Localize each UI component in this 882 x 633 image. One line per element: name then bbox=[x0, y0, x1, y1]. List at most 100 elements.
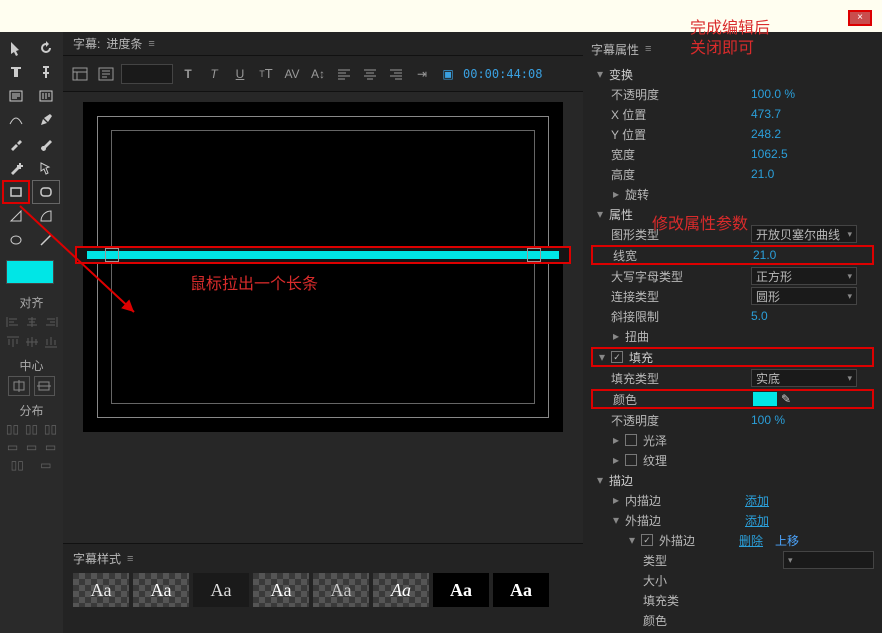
timecode[interactable]: 00:00:44:08 bbox=[463, 67, 542, 81]
opacity-value[interactable]: 100.0 % bbox=[751, 87, 795, 101]
disclosure-attrs[interactable]: ▾ bbox=[595, 207, 605, 221]
fill-color-value[interactable] bbox=[753, 392, 777, 406]
filltype-select[interactable]: 实底 bbox=[751, 369, 857, 387]
area-text-tool[interactable] bbox=[2, 84, 30, 108]
fill-color-swatch[interactable] bbox=[6, 260, 54, 284]
progress-bar-shape[interactable] bbox=[75, 246, 571, 264]
vertical-text-tool[interactable] bbox=[32, 60, 60, 84]
panel-menu-icon[interactable]: ≡ bbox=[148, 38, 154, 50]
style-preset-8[interactable]: Aa bbox=[493, 573, 549, 607]
styles-menu-icon[interactable]: ≡ bbox=[127, 553, 133, 565]
align-right-btn[interactable] bbox=[385, 63, 407, 85]
align-hcenter[interactable] bbox=[23, 313, 40, 331]
style-preset-5[interactable]: Aa bbox=[313, 573, 369, 607]
style-preset-1[interactable]: Aa bbox=[73, 573, 129, 607]
template-btn[interactable] bbox=[69, 63, 91, 85]
shapetype-select[interactable]: 开放贝塞尔曲线 bbox=[751, 225, 857, 243]
ellipse-tool[interactable] bbox=[2, 228, 30, 252]
text-tool[interactable] bbox=[2, 60, 30, 84]
leading[interactable]: A↕ bbox=[307, 63, 329, 85]
center-vertical[interactable] bbox=[34, 376, 56, 396]
handle-left[interactable] bbox=[105, 248, 119, 262]
disclosure-inner[interactable]: ▸ bbox=[611, 493, 621, 507]
close-button[interactable]: × bbox=[848, 10, 872, 26]
pen-tool[interactable] bbox=[32, 108, 60, 132]
disclosure-transform[interactable]: ▾ bbox=[595, 67, 605, 81]
disclosure-outer-item[interactable]: ▾ bbox=[627, 533, 637, 547]
bold-btn[interactable]: T bbox=[177, 63, 199, 85]
disclosure-texture[interactable]: ▸ bbox=[611, 453, 621, 467]
align-center-btn[interactable] bbox=[359, 63, 381, 85]
eyedropper-tool[interactable] bbox=[2, 132, 30, 156]
title-canvas[interactable] bbox=[83, 102, 563, 432]
align-left-btn[interactable] bbox=[333, 63, 355, 85]
dist-5[interactable]: ▭ bbox=[23, 439, 40, 455]
disclosure-stroke[interactable]: ▾ bbox=[595, 473, 605, 487]
dist-8[interactable]: ▭ bbox=[33, 457, 60, 473]
width-value[interactable]: 1062.5 bbox=[751, 147, 788, 161]
align-right[interactable] bbox=[42, 313, 59, 331]
disclosure-rotation[interactable]: ▸ bbox=[611, 187, 621, 201]
roll-btn[interactable] bbox=[95, 63, 117, 85]
disclosure-fill[interactable]: ▾ bbox=[597, 350, 607, 364]
align-bottom[interactable] bbox=[42, 333, 59, 351]
brush-tool[interactable] bbox=[32, 132, 60, 156]
outer-delete-link[interactable]: 删除 bbox=[739, 532, 763, 549]
style-preset-4[interactable]: Aa bbox=[253, 573, 309, 607]
italic-btn[interactable]: T bbox=[203, 63, 225, 85]
style-preset-7[interactable]: Aa bbox=[433, 573, 489, 607]
disclosure-outer[interactable]: ▾ bbox=[611, 513, 621, 527]
fill-opacity-value[interactable]: 100 % bbox=[751, 413, 785, 427]
center-horizontal[interactable] bbox=[8, 376, 30, 396]
selection-tool[interactable] bbox=[2, 36, 30, 60]
inner-add-link[interactable]: 添加 bbox=[745, 492, 769, 509]
dist-7[interactable]: ▯▯ bbox=[4, 457, 31, 473]
style-preset-2[interactable]: Aa bbox=[133, 573, 189, 607]
direct-select-tool[interactable] bbox=[32, 156, 60, 180]
outer-add-link[interactable]: 添加 bbox=[745, 512, 769, 529]
underline-btn[interactable]: U bbox=[229, 63, 251, 85]
kerning[interactable]: AV bbox=[281, 63, 303, 85]
height-value[interactable]: 21.0 bbox=[751, 167, 774, 181]
disclosure-distort[interactable]: ▸ bbox=[611, 329, 621, 343]
font-family-select[interactable] bbox=[121, 64, 173, 84]
y-value[interactable]: 248.2 bbox=[751, 127, 781, 141]
fill-checkbox[interactable]: ✓ bbox=[611, 351, 623, 363]
caps-select[interactable]: 正方形 bbox=[751, 267, 857, 285]
outer-moveup-link[interactable]: 上移 bbox=[775, 532, 799, 549]
show-video-btn[interactable]: ▣ bbox=[437, 63, 459, 85]
dist-6[interactable]: ▭ bbox=[42, 439, 59, 455]
props-menu-icon[interactable]: ≡ bbox=[645, 43, 651, 55]
disclosure-sheen[interactable]: ▸ bbox=[611, 433, 621, 447]
linewidth-value[interactable]: 21.0 bbox=[753, 248, 776, 262]
style-preset-3[interactable]: Aa bbox=[193, 573, 249, 607]
wedge-tool[interactable] bbox=[2, 204, 30, 228]
rectangle-tool[interactable] bbox=[2, 180, 30, 204]
font-size[interactable]: TT bbox=[255, 63, 277, 85]
rounded-rect-tool[interactable] bbox=[32, 180, 60, 204]
eyedropper-icon[interactable]: ✎ bbox=[781, 392, 791, 406]
join-select[interactable]: 圆形 bbox=[751, 287, 857, 305]
dist-2[interactable]: ▯▯ bbox=[23, 421, 40, 437]
add-anchor-tool[interactable] bbox=[2, 156, 30, 180]
tab-btn[interactable]: ⇥ bbox=[411, 63, 433, 85]
x-value[interactable]: 473.7 bbox=[751, 107, 781, 121]
align-top[interactable] bbox=[4, 333, 21, 351]
line-tool[interactable] bbox=[32, 228, 60, 252]
align-left[interactable] bbox=[4, 313, 21, 331]
arc-tool[interactable] bbox=[32, 204, 60, 228]
style-preset-6[interactable]: Aa bbox=[373, 573, 429, 607]
sheen-checkbox[interactable] bbox=[625, 434, 637, 446]
handle-right[interactable] bbox=[527, 248, 541, 262]
dist-1[interactable]: ▯▯ bbox=[4, 421, 21, 437]
dist-3[interactable]: ▯▯ bbox=[42, 421, 59, 437]
texture-checkbox[interactable] bbox=[625, 454, 637, 466]
dist-4[interactable]: ▭ bbox=[4, 439, 21, 455]
outer-item-checkbox[interactable]: ✓ bbox=[641, 534, 653, 546]
align-vcenter[interactable] bbox=[23, 333, 40, 351]
rotate-tool[interactable] bbox=[32, 36, 60, 60]
miter-value[interactable]: 5.0 bbox=[751, 309, 768, 323]
path-text-tool[interactable] bbox=[2, 108, 30, 132]
stroke-type-select[interactable] bbox=[783, 551, 874, 569]
vertical-area-text-tool[interactable] bbox=[32, 84, 60, 108]
